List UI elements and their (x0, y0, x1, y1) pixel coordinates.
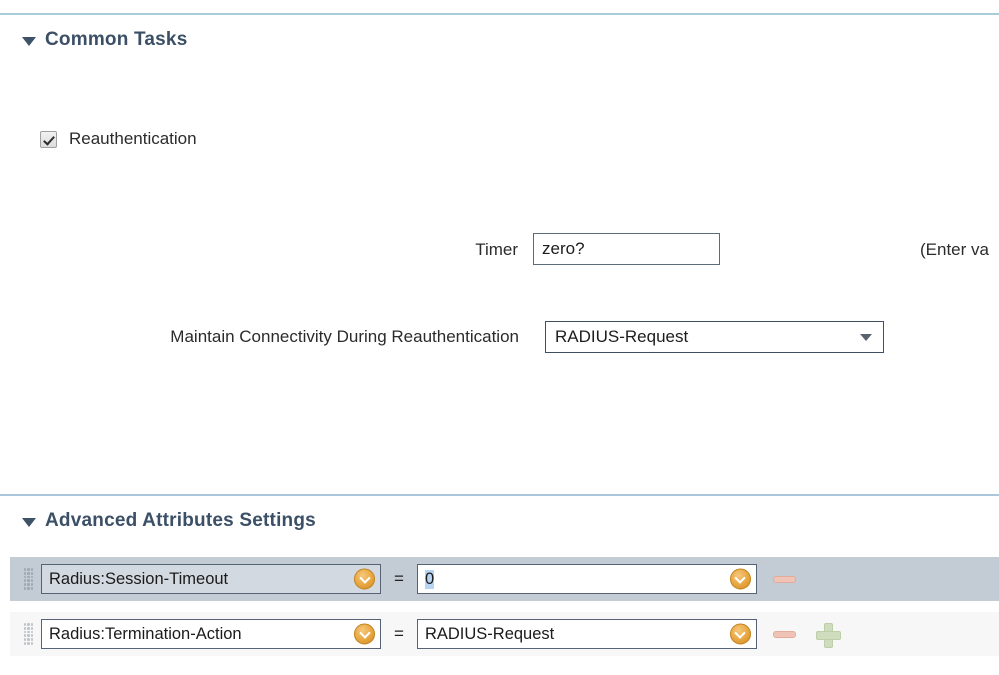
settings-page: Common Tasks Reauthentication Timer zero… (0, 0, 999, 675)
section-title-advanced-attributes: Advanced Attributes Settings (45, 510, 316, 531)
attribute-value-1: RADIUS-Request (424, 624, 555, 643)
drag-handle-icon[interactable] (24, 568, 33, 590)
attribute-name-picker-1[interactable]: Radius:Termination-Action (41, 619, 381, 649)
table-row[interactable]: Radius:Termination-Action = RADIUS-Reque… (10, 612, 999, 656)
drag-handle-icon[interactable] (24, 623, 33, 645)
chevron-down-icon[interactable] (860, 333, 872, 341)
timer-input-value: zero? (542, 239, 585, 258)
chevron-down-circle-icon[interactable] (354, 568, 375, 590)
table-row[interactable]: Radius:Session-Timeout = 0 (10, 557, 999, 601)
plus-icon[interactable] (815, 622, 841, 648)
timer-input[interactable]: zero? (533, 233, 720, 265)
attribute-name-picker-0[interactable]: Radius:Session-Timeout (41, 564, 381, 594)
attribute-name-value-1: Radius:Termination-Action (49, 624, 242, 643)
minus-icon[interactable] (772, 630, 796, 638)
reauthentication-checkbox-row[interactable]: Reauthentication (40, 129, 197, 149)
section-divider-advanced (0, 494, 999, 496)
timer-label: Timer (475, 240, 518, 259)
chevron-down-circle-icon[interactable] (729, 568, 751, 590)
section-header-advanced-attributes[interactable]: Advanced Attributes Settings (22, 510, 316, 532)
triangle-down-icon[interactable] (22, 36, 36, 46)
attribute-value-picker-0[interactable]: 0 (416, 564, 757, 594)
equals-symbol-0: = (394, 569, 404, 588)
chevron-down-circle-icon[interactable] (729, 623, 751, 645)
triangle-down-icon[interactable] (22, 517, 36, 527)
maintain-connectivity-select[interactable]: RADIUS-Request (545, 321, 884, 353)
attribute-value-picker-1[interactable]: RADIUS-Request (416, 619, 757, 649)
maintain-connectivity-value: RADIUS-Request (555, 327, 689, 346)
chevron-down-circle-icon[interactable] (354, 623, 375, 645)
section-header-common-tasks[interactable]: Common Tasks (22, 29, 187, 51)
attribute-name-value-0: Radius:Session-Timeout (49, 569, 229, 588)
reauthentication-checkbox[interactable] (40, 130, 57, 148)
reauthentication-label: Reauthentication (69, 129, 197, 148)
timer-hint-text: (Enter va (920, 240, 989, 259)
attribute-value-0: 0 (424, 569, 435, 589)
minus-icon[interactable] (772, 575, 796, 583)
equals-symbol-1: = (394, 624, 404, 643)
section-divider-top (0, 13, 999, 15)
section-title-common-tasks: Common Tasks (45, 29, 188, 50)
maintain-connectivity-label: Maintain Connectivity During Reauthentic… (170, 327, 519, 346)
